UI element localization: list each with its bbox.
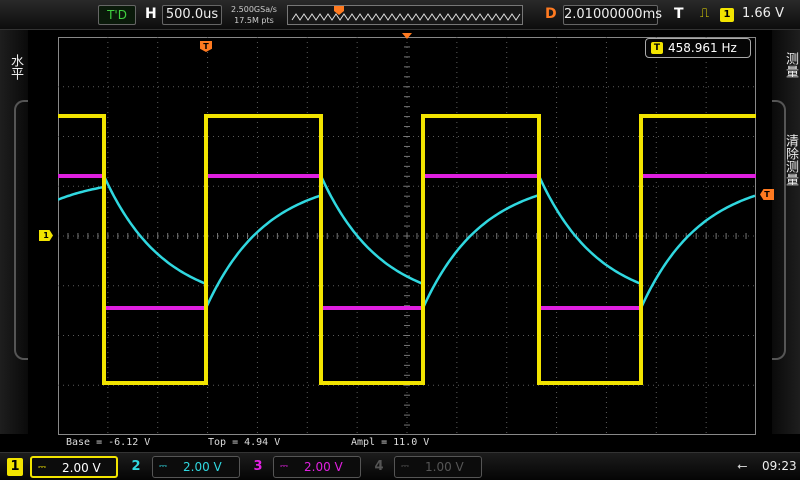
ch4-scale-box[interactable]: ⎓ 1.00 V — [394, 456, 482, 478]
delay-label: D — [545, 6, 557, 22]
ch3-scale-box[interactable]: ⎓ 2.00 V — [273, 456, 361, 478]
memory-depth: 17.5M pts — [234, 16, 274, 25]
ch3-vdiv: 2.00 V — [304, 460, 343, 474]
frequency-value: 458.961 Hz — [668, 41, 737, 55]
dc-coupling-icon: ⎓ — [159, 461, 167, 472]
frequency-counter: T 458.961 Hz — [645, 38, 751, 58]
waveform-display[interactable] — [58, 37, 756, 435]
acquisition-info: 2.500GSa/s 17.5M pts — [228, 4, 280, 26]
horizontal-label: H — [145, 6, 157, 22]
timebase-readout[interactable]: 500.0us — [162, 5, 222, 25]
usb-icon: ⭠ — [737, 459, 748, 474]
memory-trigger-marker — [334, 6, 344, 15]
clear-measure-button[interactable]: 清除测量 — [778, 134, 798, 186]
trigger-status-indicator: T'D — [98, 5, 136, 25]
dc-coupling-icon: ⎓ — [38, 462, 46, 473]
ch1-ground-marker[interactable]: 1 — [39, 230, 53, 241]
rising-edge-icon: ⎍ — [700, 6, 710, 21]
channel-bar: 1 ⎓ 2.00 V 2 ⎓ 2.00 V 3 ⎓ 2.00 V 4 ⎓ 1.0… — [0, 452, 800, 480]
trigger-label: T — [674, 6, 684, 22]
status-bar: T'D H 500.0us 2.500GSa/s 17.5M pts D 2.0… — [0, 0, 800, 30]
ch2-scale-box[interactable]: ⎓ 2.00 V — [152, 456, 240, 478]
delay-readout[interactable]: 2.01000000ms — [563, 5, 662, 25]
ch1-vdiv: 2.00 V — [62, 461, 101, 475]
dc-coupling-icon: ⎓ — [401, 461, 409, 472]
sample-rate: 2.500GSa/s — [231, 5, 277, 14]
ch3-button[interactable]: 3 — [250, 458, 266, 476]
ch2-button[interactable]: 2 — [128, 458, 144, 476]
measure-menu-button[interactable]: 测量 — [778, 52, 798, 78]
ch2-vdiv: 2.00 V — [183, 460, 222, 474]
system-clock: 09:23 — [762, 459, 797, 473]
waveform-canvas — [58, 37, 756, 435]
ch1-scale-box[interactable]: ⎓ 2.00 V — [30, 456, 118, 478]
memory-overview-graphic — [291, 6, 521, 21]
horizontal-center-marker — [402, 33, 412, 39]
ch1-button[interactable]: 1 — [7, 458, 23, 476]
measurement-results: Base = -6.12 V Top = 4.94 V Ampl = 11.0 … — [58, 437, 758, 450]
ch4-vdiv: 1.00 V — [425, 460, 464, 474]
left-menu-bracket — [14, 100, 28, 360]
trigger-source-badge[interactable]: 1 — [720, 8, 734, 22]
frequency-source-badge: T — [651, 42, 663, 54]
left-softkey-panel: 水平 — [0, 30, 28, 434]
graticule — [58, 37, 756, 435]
horizontal-menu-label[interactable]: 水平 — [3, 54, 23, 80]
right-softkey-panel: 测量 清除测量 — [772, 30, 800, 434]
memory-waveform-overview[interactable] — [287, 5, 523, 25]
dc-coupling-icon: ⎓ — [280, 461, 288, 472]
trigger-level-marker[interactable]: T — [760, 189, 774, 200]
measurement-ampl: Ampl = 11.0 V — [351, 437, 430, 448]
trigger-level-readout[interactable]: 1.66 V — [742, 6, 784, 21]
ch4-button[interactable]: 4 — [371, 458, 387, 476]
measurement-base: Base = -6.12 V — [66, 437, 151, 448]
measurement-top: Top = 4.94 V — [208, 437, 281, 448]
